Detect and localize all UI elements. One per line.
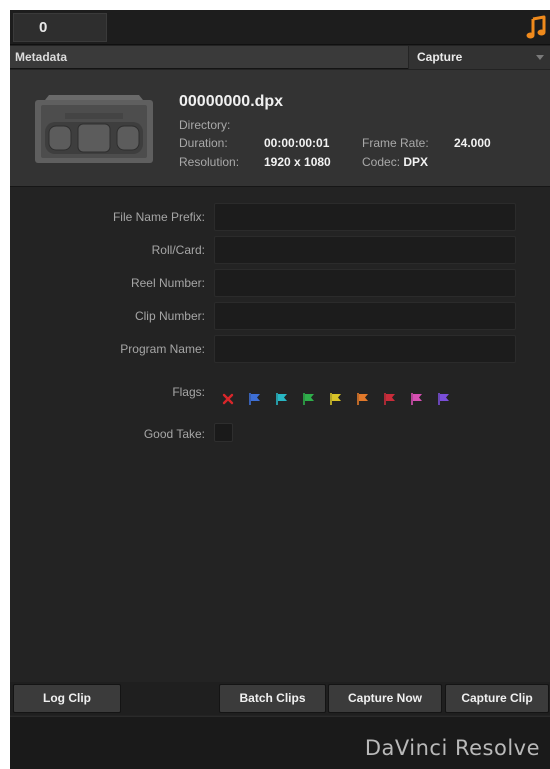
capture-button-bar: Log Clip Batch Clips Capture Now Capture… bbox=[10, 682, 550, 715]
flag-cyan-icon[interactable] bbox=[275, 392, 289, 406]
flag-red-icon[interactable] bbox=[383, 392, 397, 406]
chevron-down-icon bbox=[536, 55, 544, 60]
flag-purple-icon[interactable] bbox=[437, 392, 451, 406]
resolution-label: Resolution: bbox=[179, 155, 240, 169]
video-tape-icon bbox=[35, 95, 153, 163]
clip-number-field[interactable] bbox=[214, 302, 516, 330]
codec-row: Codec: DPX bbox=[362, 155, 428, 169]
duration-value: 00:00:00:01 bbox=[264, 136, 330, 150]
roll-card-label: Roll/Card: bbox=[151, 243, 205, 257]
clip-file-name: 00000000.dpx bbox=[179, 93, 284, 110]
metadata-header: Metadata Capture bbox=[10, 46, 550, 69]
program-name-label: Program Name: bbox=[120, 342, 205, 356]
duration-value-wrap: 00:00:00:01 bbox=[264, 136, 329, 150]
flag-orange-icon[interactable] bbox=[356, 392, 370, 406]
duration-label: Duration: bbox=[179, 136, 228, 150]
music-note-icon[interactable] bbox=[525, 15, 547, 40]
directory-label: Directory: bbox=[179, 118, 231, 132]
flag-blue-icon[interactable] bbox=[248, 392, 262, 406]
flag-green-icon[interactable] bbox=[302, 392, 316, 406]
clear-flags-icon[interactable] bbox=[221, 392, 235, 406]
codec-label: Codec: bbox=[362, 155, 401, 169]
reel-number-label: Reel Number: bbox=[130, 276, 205, 290]
clip-info-section: 00000000.dpx Directory: Duration: 00:00:… bbox=[10, 70, 550, 187]
frame-rate-value-wrap: 24.000 bbox=[454, 136, 491, 150]
clip-counter: 0 bbox=[13, 13, 107, 42]
file-name-prefix-field[interactable] bbox=[214, 203, 516, 231]
flag-yellow-icon[interactable] bbox=[329, 392, 343, 406]
frame-rate-value: 24.000 bbox=[454, 136, 491, 150]
good-take-checkbox[interactable] bbox=[214, 423, 233, 442]
program-name-field[interactable] bbox=[214, 335, 516, 363]
reel-number-field[interactable] bbox=[214, 269, 516, 297]
log-clip-button[interactable]: Log Clip bbox=[13, 684, 121, 713]
metadata-title: Metadata bbox=[15, 50, 68, 64]
clip-number-label: Clip Number: bbox=[134, 309, 205, 323]
metadata-preset-dropdown[interactable]: Capture bbox=[408, 46, 550, 69]
frame-rate-label: Frame Rate: bbox=[362, 136, 429, 150]
frame-rate-row: Frame Rate: bbox=[362, 136, 429, 150]
top-bar: 0 bbox=[10, 10, 550, 45]
good-take-label: Good Take: bbox=[143, 427, 205, 441]
flags-label: Flags: bbox=[172, 385, 205, 399]
app-footer: DaVinci Resolve bbox=[10, 716, 550, 769]
duration-row: Duration: bbox=[179, 136, 228, 150]
brand-logo-text: DaVinci Resolve bbox=[364, 736, 540, 760]
capture-now-button[interactable]: Capture Now bbox=[328, 684, 442, 713]
metadata-preset-value: Capture bbox=[417, 50, 463, 64]
capture-panel: 0 Metadata Capture 00000000.dpx Director… bbox=[10, 10, 550, 769]
flag-pink-icon[interactable] bbox=[410, 392, 424, 406]
directory-row: Directory: bbox=[179, 118, 230, 132]
roll-card-field[interactable] bbox=[214, 236, 516, 264]
batch-clips-button[interactable]: Batch Clips bbox=[219, 684, 326, 713]
resolution-value: 1920 x 1080 bbox=[264, 155, 331, 169]
resolution-row: Resolution: bbox=[179, 155, 239, 169]
capture-clip-button[interactable]: Capture Clip bbox=[445, 684, 549, 713]
file-name-prefix-label: File Name Prefix: bbox=[112, 210, 205, 224]
codec-value: DPX bbox=[403, 155, 429, 169]
resolution-value-wrap: 1920 x 1080 bbox=[264, 155, 331, 169]
